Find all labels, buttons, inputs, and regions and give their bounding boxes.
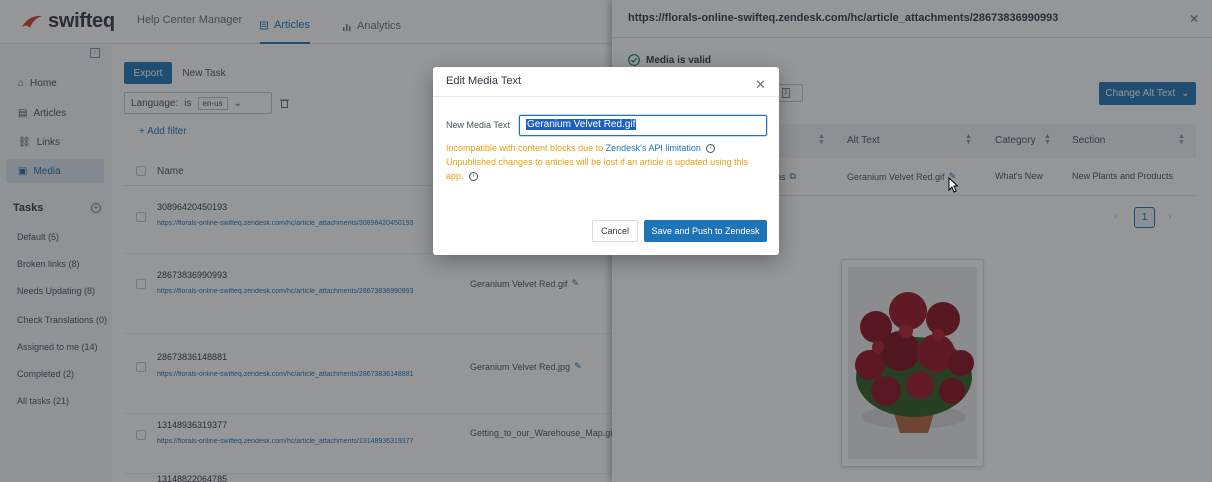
warning-unpublished-changes-end: app. i	[446, 169, 479, 183]
warning-api-limitation: Incompatible with content blocks due to …	[446, 141, 716, 155]
mouse-cursor-icon	[948, 177, 958, 193]
warning-unpublished-changes: Unpublished changes to articles will be …	[446, 155, 748, 169]
divider	[433, 96, 779, 97]
info-icon[interactable]: i	[469, 172, 479, 182]
close-icon[interactable]: ✕	[755, 77, 766, 93]
save-and-push-button[interactable]: Save and Push to Zendesk	[644, 220, 767, 242]
warning-text: app.	[446, 171, 464, 181]
media-text-value: Geranium Velvet Red.gif	[526, 119, 637, 130]
warning-text: Unpublished changes to articles will be …	[446, 157, 749, 167]
edit-media-text-modal: Edit Media Text ✕ New Media Text Geraniu…	[433, 67, 779, 255]
api-limitation-link[interactable]: Zendesk's API limitation	[606, 143, 701, 153]
warning-text: Incompatible with content blocks due to	[446, 143, 604, 153]
cancel-button[interactable]: Cancel	[592, 220, 638, 242]
info-icon[interactable]: i	[706, 144, 716, 154]
media-text-input[interactable]: Geranium Velvet Red.gif	[519, 115, 767, 136]
modal-title: Edit Media Text	[446, 75, 522, 87]
media-text-label: New Media Text	[446, 120, 510, 130]
